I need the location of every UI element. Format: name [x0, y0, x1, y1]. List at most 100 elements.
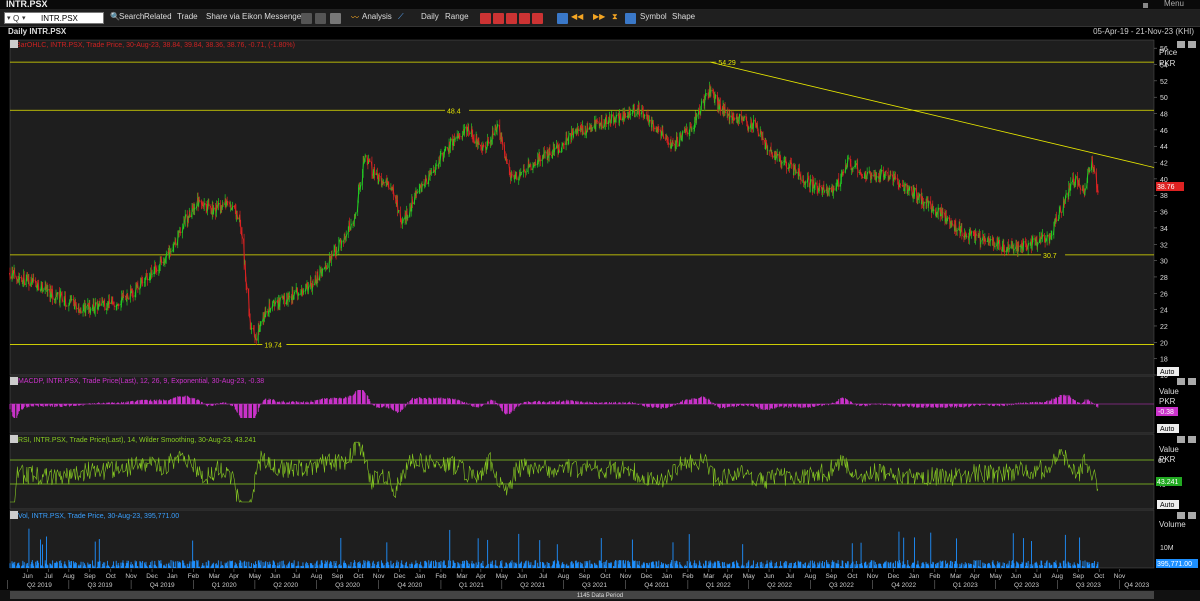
- symbol-button[interactable]: Symbol: [640, 12, 667, 21]
- macd-bar: [757, 404, 759, 409]
- vol-maximize-icon[interactable]: [1177, 512, 1185, 519]
- hline-label: 48.4: [447, 108, 461, 115]
- month-label: Jul: [1033, 573, 1042, 580]
- trade-button[interactable]: Trade: [177, 12, 198, 21]
- macd-bar: [118, 403, 120, 404]
- month-label: Sep: [579, 573, 591, 580]
- volume-bar: [56, 562, 58, 568]
- volume-bar: [554, 560, 556, 568]
- volume-panel[interactable]: Vol, INTR.PSX, Trade Price, 30-Aug-23, 3…: [9, 509, 1198, 569]
- macd-bar: [75, 404, 77, 406]
- macd-bar: [691, 398, 693, 404]
- macd-bar: [1075, 400, 1076, 404]
- macd-bar: [23, 404, 25, 407]
- price-legend: BarOHLC, INTR.PSX, Trade Price, 30-Aug-2…: [16, 42, 295, 49]
- rsi-panel[interactable]: RSI, INTR.PSX, Trade Price(Last), 14, Wi…: [9, 433, 1196, 510]
- macd-bar: [923, 404, 925, 406]
- draw-line-icon[interactable]: ⟋: [398, 12, 404, 22]
- macd-bar: [98, 402, 100, 404]
- quarter-label: Q4 2019: [150, 582, 175, 589]
- scroll-right-icon[interactable]: ▶▶: [593, 12, 605, 21]
- volume-bar: [667, 564, 669, 568]
- volume-bar: [663, 563, 664, 568]
- volume-bar: [625, 560, 627, 568]
- month-label: Apr: [970, 573, 981, 580]
- scroll-left-icon[interactable]: ◀◀: [571, 12, 583, 21]
- zoom-icon[interactable]: [557, 13, 568, 24]
- related-button[interactable]: Related: [144, 12, 172, 21]
- rsi-legend-icon[interactable]: [10, 435, 18, 443]
- volume-bar: [108, 566, 110, 568]
- chart-type4-icon[interactable]: [519, 13, 530, 24]
- volume-bar: [241, 562, 243, 568]
- macd-close-icon[interactable]: [1188, 378, 1196, 385]
- macd-bar: [790, 404, 792, 408]
- price-legend-icon[interactable]: [10, 40, 18, 48]
- rsi-maximize-icon[interactable]: [1177, 436, 1185, 443]
- ric-input[interactable]: ▾ Q ▾ INTR.PSX: [4, 12, 104, 24]
- hourglass-icon[interactable]: ⧗: [612, 12, 618, 22]
- month-label: Feb: [435, 573, 447, 580]
- symbol-icon[interactable]: [625, 13, 636, 24]
- chart-area[interactable]: 54.2948.430.719.74 BarOHLC, INTR.PSX, Tr…: [0, 38, 1200, 601]
- chart-type2-icon[interactable]: [493, 13, 504, 24]
- undo-icon[interactable]: [315, 13, 326, 24]
- quarter-label: Q2 2023: [1014, 582, 1039, 589]
- macd-bar: [123, 401, 125, 404]
- volume-bar: [1051, 564, 1053, 568]
- candle-body: [909, 186, 911, 188]
- price-close-icon[interactable]: [1188, 41, 1196, 48]
- dropdown-icon[interactable]: ▾: [7, 13, 11, 24]
- rsi-legend: RSI, INTR.PSX, Trade Price(Last), 14, Wi…: [18, 437, 256, 444]
- quarter-label: Q2 2020: [273, 582, 298, 589]
- volume-bar: [648, 562, 650, 568]
- volume-bar: [866, 564, 868, 568]
- shape-button[interactable]: Shape: [672, 12, 695, 21]
- macd-bar: [222, 402, 224, 404]
- month-label: Oct: [600, 573, 610, 580]
- macd-bar: [587, 402, 589, 404]
- menu-icon[interactable]: [1143, 3, 1148, 8]
- volume-bar: [688, 534, 690, 568]
- chart-type5-icon[interactable]: [532, 13, 543, 24]
- analysis-button[interactable]: Analysis: [362, 12, 392, 21]
- share-button[interactable]: Share via Eikon Messenger...: [206, 12, 310, 21]
- macd-bar: [738, 404, 740, 405]
- rsi-close-icon[interactable]: [1188, 436, 1196, 443]
- range-button[interactable]: Range: [445, 12, 469, 21]
- vol-legend-icon[interactable]: [10, 511, 18, 519]
- menu-button[interactable]: Menu: [1164, 0, 1184, 8]
- volume-bar: [33, 565, 35, 568]
- macd-legend-icon[interactable]: [10, 377, 18, 385]
- macd-bar: [672, 404, 674, 405]
- price-maximize-icon[interactable]: [1177, 41, 1185, 48]
- macd-auto-label: Auto: [1160, 426, 1175, 433]
- macd-bar: [307, 402, 309, 404]
- macd-panel[interactable]: MACDP, INTR.PSX, Trade Price(Last), 12, …: [9, 375, 1196, 434]
- vol-close-icon[interactable]: [1188, 512, 1196, 519]
- macd-bar: [454, 398, 456, 404]
- volume-bar: [985, 563, 986, 568]
- volume-bar: [61, 566, 63, 568]
- macd-bar: [180, 396, 181, 404]
- redo-icon[interactable]: [301, 13, 312, 24]
- price-panel[interactable]: 54.2948.430.719.74 BarOHLC, INTR.PSX, Tr…: [9, 39, 1197, 380]
- macd-legend: MACDP, INTR.PSX, Trade Price(Last), 12, …: [18, 378, 264, 385]
- chart-type-icon[interactable]: [480, 13, 491, 24]
- folder-icon[interactable]: [330, 13, 341, 24]
- chart-type3-icon[interactable]: [506, 13, 517, 24]
- search-button[interactable]: Search: [119, 12, 144, 21]
- volume-bar: [961, 562, 963, 568]
- volume-bar: [975, 560, 977, 568]
- month-label: Mar: [456, 573, 468, 580]
- volume-bar: [52, 560, 54, 568]
- macd-bar: [82, 404, 84, 406]
- window-titlebar: INTR.PSX Menu: [0, 0, 1200, 10]
- volume-bar: [634, 560, 636, 568]
- daily-button[interactable]: Daily: [421, 12, 439, 21]
- volume-bar: [847, 561, 849, 568]
- volume-bar: [852, 561, 854, 568]
- month-label: Jul: [786, 573, 795, 580]
- volume-bar: [819, 561, 821, 568]
- macd-maximize-icon[interactable]: [1177, 378, 1185, 385]
